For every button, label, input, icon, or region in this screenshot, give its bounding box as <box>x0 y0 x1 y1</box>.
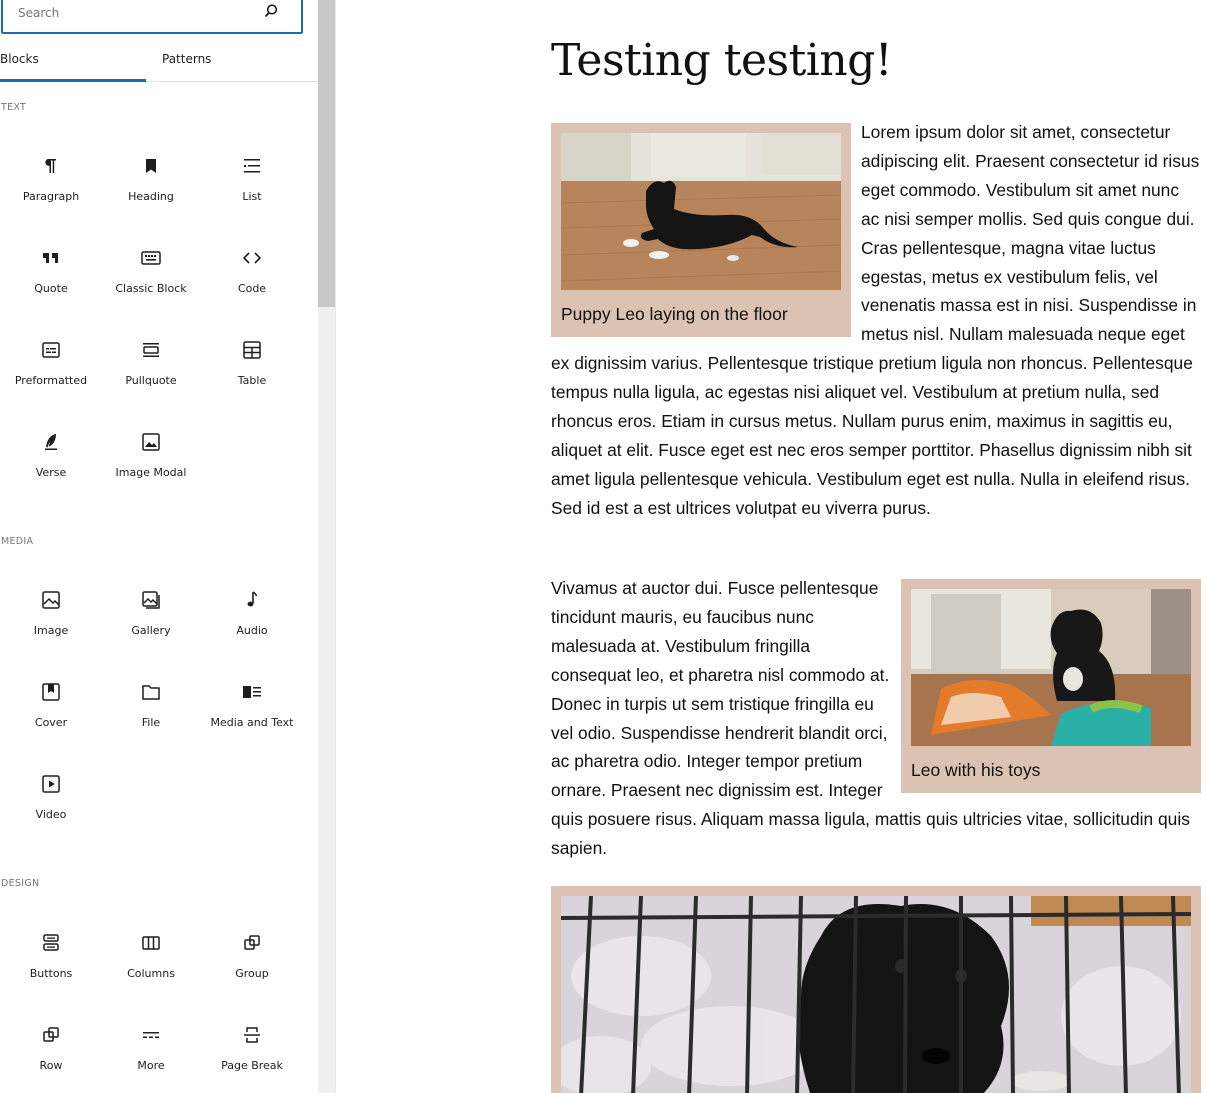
audio-icon <box>247 591 258 607</box>
paragraph-icon <box>45 159 56 173</box>
block-label: Pullquote <box>125 374 177 387</box>
search-icon[interactable] <box>263 3 279 19</box>
block-label: More <box>137 1059 165 1072</box>
post-title[interactable]: Testing testing! <box>551 35 893 86</box>
block-buttons[interactable]: Buttons <box>1 932 101 1012</box>
columns-icon <box>142 936 160 950</box>
block-label: Heading <box>128 190 174 203</box>
image-block-1[interactable]: Puppy Leo laying on the floor <box>551 123 851 337</box>
block-label: Paragraph <box>22 190 80 203</box>
block-columns[interactable]: Columns <box>101 932 201 1012</box>
block-page-break[interactable]: Page Break <box>202 1024 302 1093</box>
pullquote-icon <box>143 343 159 357</box>
image-block-3[interactable] <box>551 886 1201 1093</box>
block-label: Gallery <box>131 624 171 637</box>
search-placeholder: Search <box>18 6 60 20</box>
block-list[interactable]: List <box>202 155 302 235</box>
block-video[interactable]: Video <box>1 773 101 853</box>
block-heading[interactable]: Heading <box>101 155 201 235</box>
tab-patterns[interactable]: Patterns <box>162 44 282 82</box>
category-title-text: Text <box>1 102 27 113</box>
block-label: File <box>141 716 161 729</box>
block-preformatted[interactable]: Preformatted <box>1 339 101 419</box>
puppy-crate-image[interactable] <box>561 896 1191 1093</box>
list-icon <box>244 159 260 173</box>
block-quote[interactable]: Quote <box>1 247 101 327</box>
inserter-scrollbar-thumb[interactable] <box>318 0 335 307</box>
cover-icon <box>42 683 60 701</box>
block-group[interactable]: Group <box>202 932 302 1012</box>
table-icon <box>243 341 261 359</box>
block-code[interactable]: Code <box>202 247 302 327</box>
code-icon <box>242 252 262 264</box>
block-label: Columns <box>127 967 175 980</box>
block-media-text[interactable]: Media and Text <box>202 681 302 761</box>
puppy-floor-image[interactable] <box>561 133 841 290</box>
paragraph-block-2[interactable]: Leo with his toys Vivamus at auctor dui.… <box>551 574 1201 863</box>
category-title-design: Design <box>1 878 40 889</box>
inserter-tabs: Blocks Patterns <box>0 44 318 82</box>
block-pullquote[interactable]: Pullquote <box>101 339 201 419</box>
block-label: Media and Text <box>210 716 294 729</box>
category-title-media: Media <box>1 536 34 547</box>
block-image-modal[interactable]: Image Modal <box>101 431 201 511</box>
figure-caption[interactable]: Puppy Leo laying on the floor <box>561 300 841 329</box>
block-label: Cover <box>34 716 68 729</box>
row-icon <box>43 1027 59 1042</box>
block-table[interactable]: Table <box>202 339 302 419</box>
block-label: Classic Block <box>115 282 187 295</box>
quote-icon <box>43 253 58 263</box>
video-icon <box>42 775 60 793</box>
block-paragraph[interactable]: Paragraph <box>1 155 101 235</box>
block-label: List <box>242 190 262 203</box>
block-label: Audio <box>236 624 268 637</box>
block-label: Row <box>39 1059 63 1072</box>
block-label: Table <box>237 374 267 387</box>
tab-blocks[interactable]: Blocks <box>0 44 146 82</box>
block-label: Image Modal <box>115 466 187 479</box>
heading-icon <box>146 159 156 173</box>
block-classic[interactable]: Classic Block <box>101 247 201 327</box>
editor-canvas: Testing testing! Puppy Leo laying on the… <box>336 0 1206 1093</box>
block-audio[interactable]: Audio <box>202 589 302 669</box>
block-label: Page Break <box>221 1059 283 1072</box>
block-cover[interactable]: Cover <box>1 681 101 761</box>
block-label: Preformatted <box>14 374 88 387</box>
file-icon <box>142 685 160 700</box>
figure-caption[interactable]: Leo with his toys <box>911 756 1191 785</box>
block-more[interactable]: More <box>101 1024 201 1093</box>
image-block-2[interactable]: Leo with his toys <box>901 579 1201 793</box>
gallery-icon <box>142 591 160 609</box>
block-gallery[interactable]: Gallery <box>101 589 201 669</box>
block-label: Verse <box>35 466 67 479</box>
puppy-toys-image[interactable] <box>911 589 1191 746</box>
image-modal-icon <box>142 433 160 451</box>
block-label: Quote <box>34 282 68 295</box>
block-image[interactable]: Image <box>1 589 101 669</box>
media-text-icon <box>243 686 261 698</box>
block-inserter-panel: Search Blocks Patterns Text Paragraph He… <box>0 0 318 1093</box>
page-break-icon <box>244 1027 260 1043</box>
paragraph-block-1[interactable]: Puppy Leo laying on the floor Lorem ipsu… <box>551 118 1201 523</box>
block-label: Video <box>35 808 67 821</box>
block-verse[interactable]: Verse <box>1 431 101 511</box>
block-label: Image <box>33 624 69 637</box>
group-icon <box>244 935 260 950</box>
search-input[interactable]: Search <box>1 0 303 34</box>
block-label: Code <box>237 282 267 295</box>
keyboard-icon <box>141 251 161 265</box>
block-label: Group <box>235 967 269 980</box>
more-icon <box>143 1032 159 1038</box>
verse-icon <box>45 434 57 450</box>
block-file[interactable]: File <box>101 681 201 761</box>
buttons-icon <box>43 934 59 951</box>
image-icon <box>42 591 60 609</box>
block-row[interactable]: Row <box>1 1024 101 1093</box>
preformatted-icon <box>42 342 60 358</box>
block-label: Buttons <box>29 967 73 980</box>
